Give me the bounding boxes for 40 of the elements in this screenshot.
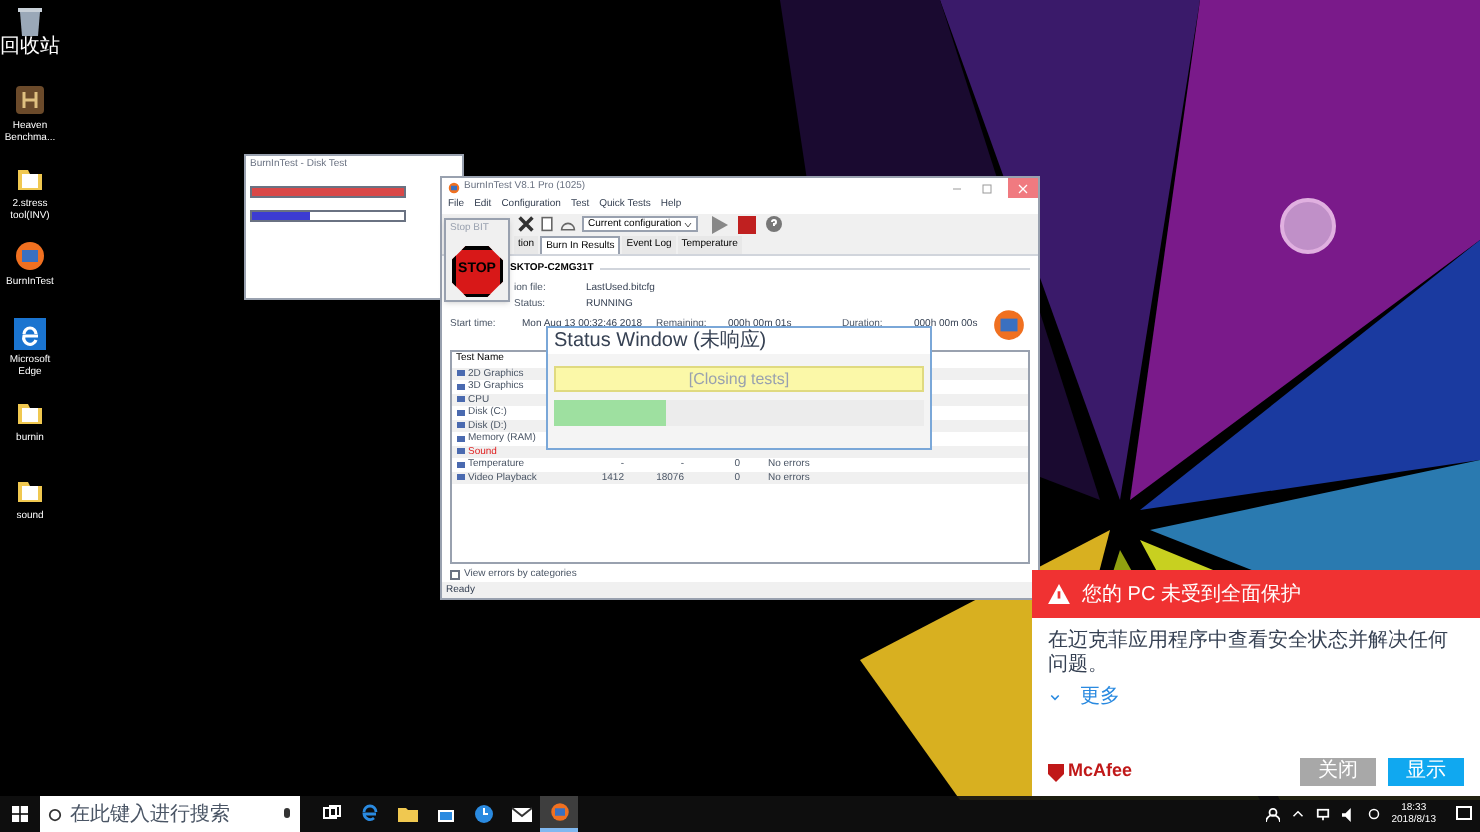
- alert-title: 您的 PC 未受到全面保护: [1082, 581, 1301, 609]
- window-title: Status Window (未响应): [548, 328, 930, 354]
- play-icon[interactable]: [712, 215, 728, 234]
- search-field[interactable]: 在此键入进行搜索: [40, 796, 300, 832]
- flame-computer-icon[interactable]: [14, 240, 46, 272]
- people-icon[interactable]: [1265, 807, 1280, 821]
- close-icon[interactable]: [518, 216, 534, 233]
- gauge-icon[interactable]: [560, 217, 576, 232]
- flame-computer-icon: [549, 802, 569, 822]
- stop-icon[interactable]: [738, 215, 756, 234]
- microphone-icon: [282, 807, 292, 821]
- task-view-icon: [321, 804, 341, 824]
- edge-icon[interactable]: [14, 318, 46, 350]
- alert-message: 在迈克菲应用程序中查看安全状态并解决任何问题。: [1046, 630, 1450, 678]
- warning-icon: [1048, 584, 1070, 604]
- chevron-up-icon[interactable]: [1291, 810, 1304, 818]
- shield-icon: [1048, 763, 1064, 781]
- edge-icon: [359, 804, 379, 824]
- search-icon: [48, 807, 62, 821]
- folder-icon: [397, 804, 417, 824]
- close-button[interactable]: [1008, 178, 1038, 198]
- envelope-icon: [511, 804, 531, 824]
- app-icon[interactable]: [14, 84, 46, 116]
- clipboard-icon[interactable]: [540, 216, 554, 233]
- network-icon[interactable]: [1315, 807, 1330, 821]
- recycle-bin-icon[interactable]: [14, 6, 46, 38]
- checkbox[interactable]: [450, 569, 460, 580]
- status-message: [Closing tests]: [554, 366, 924, 392]
- flame-computer-icon: [992, 307, 1026, 341]
- windows-start-icon[interactable]: [12, 806, 28, 822]
- help-icon[interactable]: [766, 216, 782, 233]
- notification-icon[interactable]: [1456, 806, 1472, 822]
- more-link[interactable]: 更多: [1080, 682, 1120, 712]
- app-icon: [448, 182, 460, 194]
- chevron-icon: [1050, 693, 1060, 701]
- close-icon: [1018, 183, 1028, 193]
- caret-icon: [684, 221, 692, 228]
- brand-name: McAfee: [1068, 758, 1133, 785]
- volume-icon[interactable]: [1341, 807, 1356, 821]
- clock-icon: [473, 804, 493, 824]
